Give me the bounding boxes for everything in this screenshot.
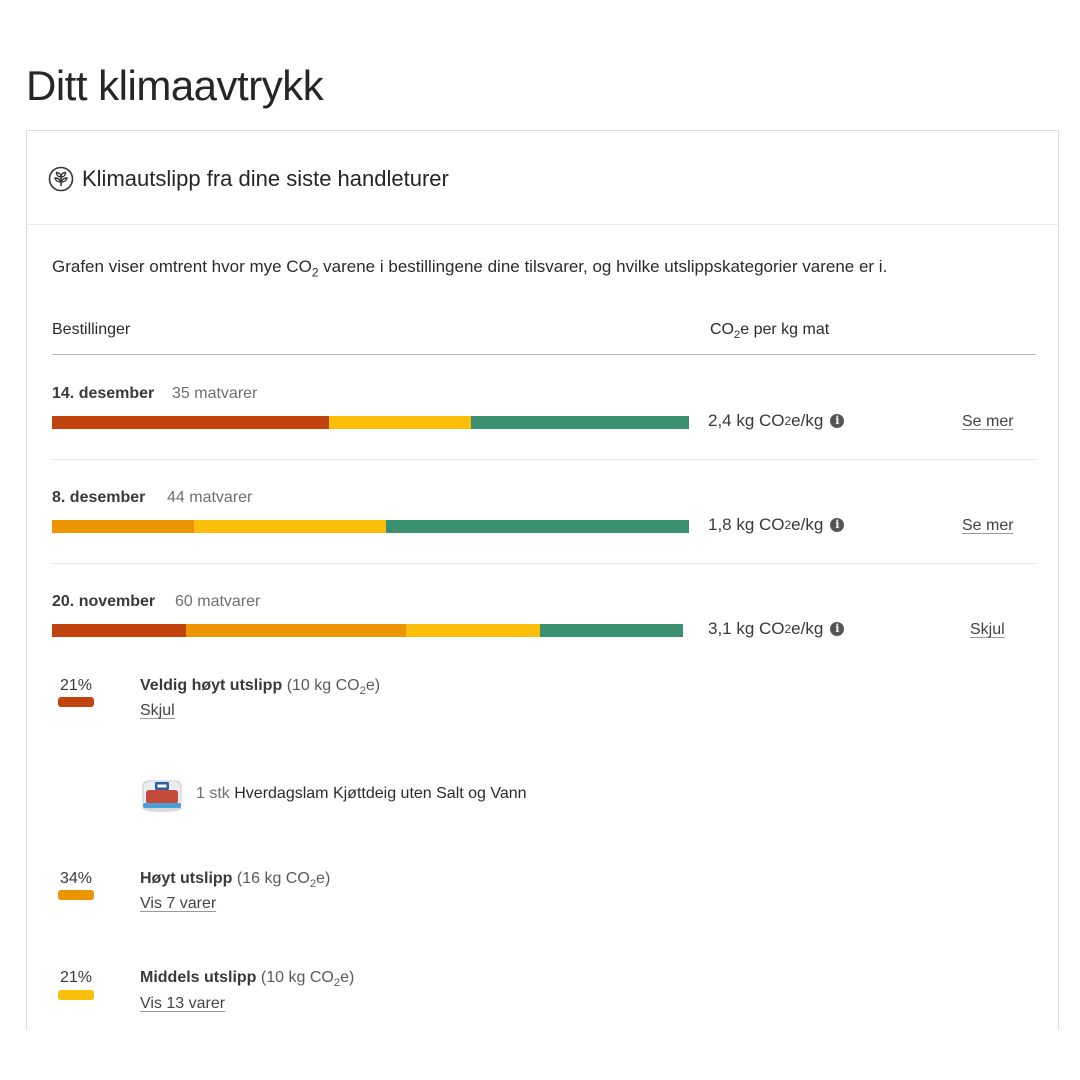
header-divider <box>52 354 1036 355</box>
card-title: Klimautslipp fra dine siste handleturer <box>82 166 449 191</box>
order-date: 20. november <box>52 593 156 610</box>
bar-segment-very-high <box>52 624 187 637</box>
product-name: Hverdagslam Kjøttdeig uten Salt og Vann <box>234 785 527 802</box>
order-item-count: 44 matvarer <box>167 489 253 506</box>
card-header: Klimautslipp fra dine siste handleturer <box>27 131 1058 225</box>
show-items-link[interactable]: Vis 13 varer <box>140 995 225 1013</box>
bar-segment-low <box>540 624 683 637</box>
order-co2-value: 2,4 kg CO 2 e/kg i <box>708 411 845 431</box>
leaf-icon <box>48 166 74 192</box>
see-more-link[interactable]: Se mer <box>962 413 1014 431</box>
info-icon[interactable]: i <box>830 414 845 428</box>
category-swatch <box>58 990 94 1000</box>
order-co2-value: 3,1 kg CO 2 e/kg i <box>708 619 845 639</box>
page-title: Ditt klimaavtrykk <box>26 62 324 109</box>
info-icon[interactable]: i <box>830 518 845 532</box>
row-divider <box>52 459 1036 460</box>
product-line: 1 stk Hverdagslam Kjøttdeig uten Salt og… <box>196 785 527 802</box>
category-swatch <box>58 890 94 900</box>
bar-segment-high <box>186 624 406 637</box>
order-item-count: 35 matvarer <box>172 385 258 402</box>
emission-bar <box>52 520 689 533</box>
emission-bar <box>52 624 683 637</box>
category-percent: 34% <box>60 870 93 887</box>
category-percent: 21% <box>60 969 93 986</box>
category-label: Høyt utslipp (16 kg CO2e) <box>140 870 331 891</box>
order-date: 8. desember <box>52 489 146 506</box>
row-divider <box>52 563 1036 564</box>
category-label: Middels utslipp (10 kg CO2e) <box>140 969 355 990</box>
order-date: 14. desember <box>52 385 155 402</box>
bar-segment-medium <box>405 624 541 637</box>
product-image <box>142 780 182 812</box>
bar-segment-very-high <box>52 416 330 429</box>
category-percent: 21% <box>60 677 93 694</box>
hide-items-link[interactable]: Skjul <box>140 702 175 720</box>
co2-column-header: CO2e per kg mat <box>710 321 830 342</box>
climate-card: Klimautslipp fra dine siste handleturer … <box>26 130 1059 1030</box>
bar-segment-high <box>52 520 195 533</box>
bar-segment-low <box>386 520 689 533</box>
info-icon[interactable]: i <box>830 622 845 636</box>
bar-segment-medium <box>194 520 387 533</box>
order-item-count: 60 matvarer <box>175 593 261 610</box>
bar-segment-low <box>470 416 689 429</box>
emission-bar <box>52 416 689 429</box>
bar-segment-medium <box>329 416 471 429</box>
category-label: Veldig høyt utslipp (10 kg CO2e) <box>140 677 381 698</box>
see-more-link[interactable]: Se mer <box>962 517 1014 535</box>
order-co2-value: 1,8 kg CO 2 e/kg i <box>708 515 845 535</box>
orders-column-header: Bestillinger <box>52 321 131 338</box>
show-items-link[interactable]: Vis 7 varer <box>140 895 216 913</box>
intro-text: Grafen viser omtrent hvor mye CO2 varene… <box>52 257 888 280</box>
category-swatch <box>58 697 94 707</box>
hide-link[interactable]: Skjul <box>970 621 1005 639</box>
